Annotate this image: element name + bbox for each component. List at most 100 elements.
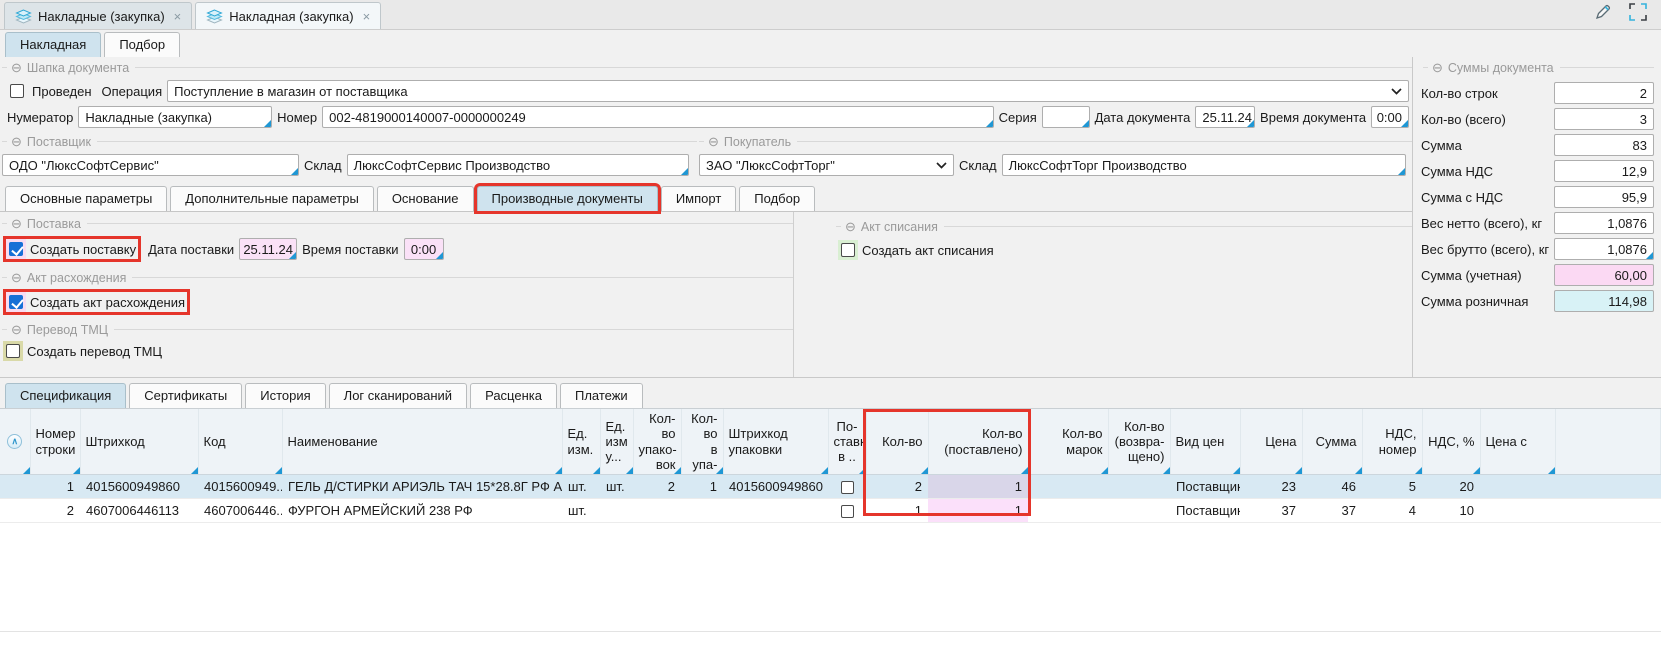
cell-r1-c1[interactable] [0, 475, 30, 499]
column-header-7[interactable]: Ед. изм у... [600, 409, 633, 475]
buyer-warehouse-input[interactable]: ЛюксСофтТорг Производство [1002, 154, 1406, 176]
cell-r1-c6[interactable]: шт. [562, 475, 600, 499]
collapse-icon[interactable]: ⊖ [11, 217, 22, 230]
cell-r1-c12[interactable]: 2 [866, 475, 928, 499]
number-input[interactable]: 002-4819000140007-0000000249 [322, 106, 994, 128]
cell-r1-c11[interactable] [828, 475, 866, 499]
param-tab-6[interactable]: Подбор [739, 186, 815, 211]
cell-r1-c15[interactable] [1108, 475, 1170, 499]
column-header-3[interactable]: Штрихкод [80, 409, 198, 475]
collapse-icon[interactable]: ⊖ [708, 135, 719, 148]
close-icon[interactable]: × [363, 9, 371, 24]
table-row[interactable]: 246070064461134607006446...ФУРГОН АРМЕЙС… [0, 499, 1661, 523]
cell-r1-c9[interactable]: 1 [681, 475, 723, 499]
cell-r2-c20[interactable]: 10 [1422, 499, 1480, 523]
delivery-date-input[interactable]: 25.11.24 [239, 238, 297, 260]
spec-tab-6[interactable]: Платежи [560, 383, 643, 408]
cell-r2-c18[interactable]: 37 [1302, 499, 1362, 523]
collapse-icon[interactable]: ⊖ [11, 61, 22, 74]
cell-r2-c5[interactable]: ФУРГОН АРМЕЙСКИЙ 238 РФ [282, 499, 562, 523]
cell-r2-c12[interactable]: 1 [866, 499, 928, 523]
spec-tab-5[interactable]: Расценка [470, 383, 557, 408]
collapse-icon[interactable]: ⊖ [1432, 61, 1443, 74]
cell-r2-c16[interactable]: Поставщик... [1170, 499, 1240, 523]
cell-r1-c18[interactable]: 46 [1302, 475, 1362, 499]
cell-r1-c17[interactable]: 23 [1240, 475, 1302, 499]
create-discrepancy-checkbox[interactable] [6, 292, 26, 312]
column-header-21[interactable]: Цена с [1480, 409, 1555, 475]
column-header-15[interactable]: Кол-во (возвра- щено) [1108, 409, 1170, 475]
cell-r1-c13[interactable]: 1 [928, 475, 1028, 499]
column-header-18[interactable]: Сумма [1302, 409, 1362, 475]
cell-r2-c8[interactable] [633, 499, 681, 523]
column-header-5[interactable]: Наименование [282, 409, 562, 475]
cell-r2-c11[interactable] [828, 499, 866, 523]
sums-row-value[interactable]: 2 [1554, 82, 1654, 104]
param-tab-1[interactable]: Основные параметры [5, 186, 167, 211]
sums-row-value[interactable]: 83 [1554, 134, 1654, 156]
window-tab[interactable]: Накладная (закупка)× [195, 2, 381, 29]
create-writeoff-checkbox[interactable] [838, 240, 858, 260]
series-input[interactable] [1042, 106, 1090, 128]
cell-r2-c4[interactable]: 4607006446... [198, 499, 282, 523]
cell-r1-c14[interactable] [1028, 475, 1108, 499]
cell-r2-c2[interactable]: 2 [30, 499, 80, 523]
collapse-icon[interactable]: ⊖ [11, 323, 22, 336]
view-tab-2[interactable]: Подбор [104, 32, 180, 57]
column-header-10[interactable]: Штрихкод упаковки [723, 409, 828, 475]
sort-up-icon[interactable]: ∧ [7, 434, 22, 449]
spec-tab-1[interactable]: Спецификация [5, 383, 126, 408]
cell-r1-c4[interactable]: 4015600949... [198, 475, 282, 499]
sums-row-value[interactable]: 114,98 [1554, 290, 1654, 312]
column-header-14[interactable]: Кол-во марок [1028, 409, 1108, 475]
cell-r1-c10[interactable]: 4015600949860 [723, 475, 828, 499]
cell-r2-c1[interactable] [0, 499, 30, 523]
operation-select[interactable]: Поступление в магазин от поставщика [167, 80, 1409, 102]
supplier-warehouse-input[interactable]: ЛюксСофтСервис Производство [347, 154, 689, 176]
column-header-12[interactable]: Кол-во [866, 409, 928, 475]
cell-r1-c3[interactable]: 4015600949860 [80, 475, 198, 499]
param-tab-3[interactable]: Основание [377, 186, 474, 211]
cell-r2-c17[interactable]: 37 [1240, 499, 1302, 523]
sums-row-value[interactable]: 12,9 [1554, 160, 1654, 182]
sums-row-value[interactable]: 95,9 [1554, 186, 1654, 208]
param-tab-2[interactable]: Дополнительные параметры [170, 186, 374, 211]
collapse-icon[interactable]: ⊖ [11, 271, 22, 284]
cell-r2-c19[interactable]: 4 [1362, 499, 1422, 523]
column-header-8[interactable]: Кол-во упако- вок [633, 409, 681, 475]
maximize-icon[interactable] [1629, 3, 1647, 21]
cell-r2-c6[interactable]: шт. [562, 499, 600, 523]
sums-row-value[interactable]: 1,0876 [1554, 212, 1654, 234]
cell-r2-c10[interactable] [723, 499, 828, 523]
cell-r1-c8[interactable]: 2 [633, 475, 681, 499]
sums-row-value[interactable]: 60,00 [1554, 264, 1654, 286]
view-tab-1[interactable]: Накладная [5, 32, 101, 57]
column-header-13[interactable]: Кол-во (поставлено) [928, 409, 1028, 475]
row-supplier-checkbox[interactable] [841, 505, 854, 518]
column-header-6[interactable]: Ед. изм. [562, 409, 600, 475]
cell-r2-c9[interactable] [681, 499, 723, 523]
param-tab-4[interactable]: Производные документы [477, 186, 658, 211]
collapse-icon[interactable]: ⊖ [845, 220, 856, 233]
column-header-16[interactable]: Вид цен [1170, 409, 1240, 475]
cell-r1-c16[interactable]: Поставщик... [1170, 475, 1240, 499]
column-header-4[interactable]: Код [198, 409, 282, 475]
cell-r1-c19[interactable]: 5 [1362, 475, 1422, 499]
cell-r1-c20[interactable]: 20 [1422, 475, 1480, 499]
column-header-9[interactable]: Кол-во в упа- [681, 409, 723, 475]
column-header-20[interactable]: НДС, % [1422, 409, 1480, 475]
cell-r2-c13[interactable]: 1 [928, 499, 1028, 523]
sums-row-value[interactable]: 1,0876 [1554, 238, 1654, 260]
column-header-1[interactable]: ∧ [0, 409, 30, 475]
delivery-time-input[interactable]: 0:00 [404, 238, 444, 260]
table-row[interactable]: 140156009498604015600949...ГЕЛЬ Д/СТИРКИ… [0, 475, 1661, 499]
column-header-11[interactable]: По- ставк в .. [828, 409, 866, 475]
window-tab[interactable]: Накладные (закупка)× [4, 2, 192, 29]
close-icon[interactable]: × [174, 9, 182, 24]
create-tmc-checkbox[interactable] [3, 341, 23, 361]
spec-tab-2[interactable]: Сертификаты [129, 383, 242, 408]
doc-date-input[interactable]: 25.11.24 [1195, 106, 1255, 128]
cell-r2-c7[interactable] [600, 499, 633, 523]
cell-r1-c5[interactable]: ГЕЛЬ Д/СТИРКИ АРИЭЛЬ ТАЧ 15*28.8Г РФ ARI… [282, 475, 562, 499]
cell-r1-c7[interactable]: шт. [600, 475, 633, 499]
